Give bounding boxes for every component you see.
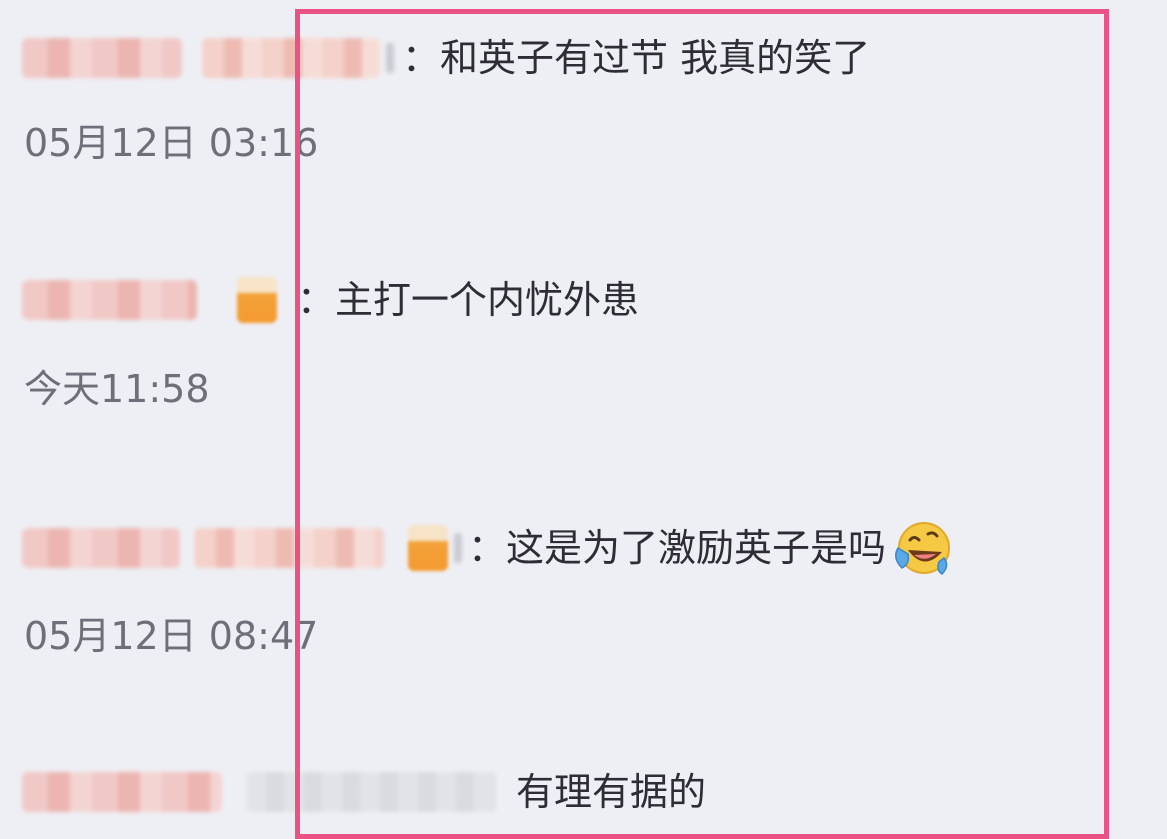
blurred-username[interactable] <box>246 772 496 812</box>
comment-timestamp: 05月12日 03:16 <box>24 121 319 165</box>
comment-text: ：主打一个内忧外患 <box>297 278 640 322</box>
comment-timestamp: 今天11:58 <box>24 367 210 411</box>
user-badge-icon <box>408 525 448 571</box>
laughing-crying-emoji-icon <box>895 522 951 575</box>
comment-text: ：这是为了激励英子是吗 <box>468 526 887 570</box>
comment-timestamp: 05月12日 08:47 <box>24 614 319 658</box>
blurred-username[interactable] <box>194 528 384 568</box>
comment-header: ：主打一个内忧外患 <box>22 270 639 330</box>
blurred-username[interactable] <box>22 38 182 78</box>
highlight-frame <box>295 9 1109 839</box>
comment-text: 有理有据的 <box>516 770 707 814</box>
user-badge-icon <box>237 277 277 323</box>
comment-text: ：和英子有过节 我真的笑了 <box>402 36 871 80</box>
blurred-username[interactable] <box>22 772 222 812</box>
separator <box>386 43 394 73</box>
comment-header: ：这是为了激励英子是吗 <box>22 518 952 578</box>
blurred-username[interactable] <box>22 528 180 568</box>
comment-header: 有理有据的 <box>22 762 706 822</box>
separator <box>454 533 462 563</box>
blurred-username[interactable] <box>22 280 197 320</box>
comment-header: ：和英子有过节 我真的笑了 <box>22 28 870 88</box>
blurred-username[interactable] <box>202 38 380 78</box>
